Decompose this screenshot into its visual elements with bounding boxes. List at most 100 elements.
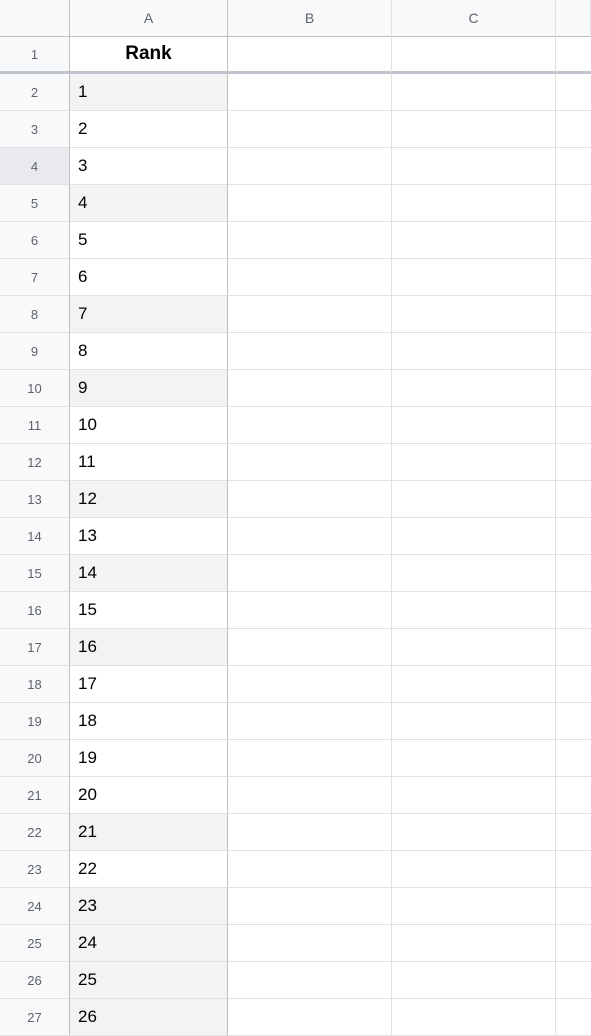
cell-C18[interactable] <box>392 666 556 703</box>
cell-D22[interactable] <box>556 814 591 851</box>
cell-B6[interactable] <box>228 222 392 259</box>
cell-B21[interactable] <box>228 777 392 814</box>
cell-A16[interactable]: 15 <box>70 592 228 629</box>
cell-A7[interactable]: 6 <box>70 259 228 296</box>
cell-C26[interactable] <box>392 962 556 999</box>
cell-B13[interactable] <box>228 481 392 518</box>
cell-C27[interactable] <box>392 999 556 1036</box>
row-header-25[interactable]: 25 <box>0 925 70 962</box>
row-header-2[interactable]: 2 <box>0 74 70 111</box>
cell-C7[interactable] <box>392 259 556 296</box>
cell-A24[interactable]: 23 <box>70 888 228 925</box>
cell-B14[interactable] <box>228 518 392 555</box>
cell-B27[interactable] <box>228 999 392 1036</box>
row-header-11[interactable]: 11 <box>0 407 70 444</box>
cell-D20[interactable] <box>556 740 591 777</box>
cell-A20[interactable]: 19 <box>70 740 228 777</box>
cell-D12[interactable] <box>556 444 591 481</box>
cell-C3[interactable] <box>392 111 556 148</box>
cell-D21[interactable] <box>556 777 591 814</box>
row-header-1[interactable]: 1 <box>0 37 70 74</box>
row-header-9[interactable]: 9 <box>0 333 70 370</box>
cell-D23[interactable] <box>556 851 591 888</box>
cell-D1[interactable] <box>556 37 591 74</box>
cell-A17[interactable]: 16 <box>70 629 228 666</box>
cell-C20[interactable] <box>392 740 556 777</box>
select-all-corner[interactable] <box>0 0 70 37</box>
cell-A21[interactable]: 20 <box>70 777 228 814</box>
cell-B16[interactable] <box>228 592 392 629</box>
row-header-27[interactable]: 27 <box>0 999 70 1036</box>
cell-D4[interactable] <box>556 148 591 185</box>
row-header-5[interactable]: 5 <box>0 185 70 222</box>
cell-D24[interactable] <box>556 888 591 925</box>
cell-B3[interactable] <box>228 111 392 148</box>
cell-A1[interactable]: Rank <box>70 37 228 74</box>
cell-C16[interactable] <box>392 592 556 629</box>
cell-D15[interactable] <box>556 555 591 592</box>
cell-D19[interactable] <box>556 703 591 740</box>
cell-A26[interactable]: 25 <box>70 962 228 999</box>
cell-C11[interactable] <box>392 407 556 444</box>
row-header-3[interactable]: 3 <box>0 111 70 148</box>
cell-B7[interactable] <box>228 259 392 296</box>
row-header-21[interactable]: 21 <box>0 777 70 814</box>
column-header-partial[interactable] <box>556 0 591 37</box>
cell-A12[interactable]: 11 <box>70 444 228 481</box>
cell-C24[interactable] <box>392 888 556 925</box>
cell-C5[interactable] <box>392 185 556 222</box>
row-header-22[interactable]: 22 <box>0 814 70 851</box>
cell-D10[interactable] <box>556 370 591 407</box>
cell-B10[interactable] <box>228 370 392 407</box>
cell-A3[interactable]: 2 <box>70 111 228 148</box>
cell-D17[interactable] <box>556 629 591 666</box>
row-header-15[interactable]: 15 <box>0 555 70 592</box>
cell-D11[interactable] <box>556 407 591 444</box>
row-header-20[interactable]: 20 <box>0 740 70 777</box>
row-header-8[interactable]: 8 <box>0 296 70 333</box>
column-header-A[interactable]: A <box>70 0 228 37</box>
row-header-26[interactable]: 26 <box>0 962 70 999</box>
cell-B8[interactable] <box>228 296 392 333</box>
cell-C9[interactable] <box>392 333 556 370</box>
cell-D9[interactable] <box>556 333 591 370</box>
cell-A2[interactable]: 1 <box>70 74 228 111</box>
row-header-19[interactable]: 19 <box>0 703 70 740</box>
cell-C23[interactable] <box>392 851 556 888</box>
cell-D7[interactable] <box>556 259 591 296</box>
cell-B20[interactable] <box>228 740 392 777</box>
cell-C22[interactable] <box>392 814 556 851</box>
row-header-7[interactable]: 7 <box>0 259 70 296</box>
cell-B25[interactable] <box>228 925 392 962</box>
cell-B4[interactable] <box>228 148 392 185</box>
cell-B2[interactable] <box>228 74 392 111</box>
cell-C4[interactable] <box>392 148 556 185</box>
cell-A19[interactable]: 18 <box>70 703 228 740</box>
cell-C19[interactable] <box>392 703 556 740</box>
cell-C15[interactable] <box>392 555 556 592</box>
cell-B19[interactable] <box>228 703 392 740</box>
cell-A13[interactable]: 12 <box>70 481 228 518</box>
cell-D5[interactable] <box>556 185 591 222</box>
cell-B23[interactable] <box>228 851 392 888</box>
cell-C21[interactable] <box>392 777 556 814</box>
cell-A25[interactable]: 24 <box>70 925 228 962</box>
row-header-4[interactable]: 4 <box>0 148 70 185</box>
row-header-18[interactable]: 18 <box>0 666 70 703</box>
cell-D18[interactable] <box>556 666 591 703</box>
cell-C6[interactable] <box>392 222 556 259</box>
row-header-23[interactable]: 23 <box>0 851 70 888</box>
cell-D25[interactable] <box>556 925 591 962</box>
cell-C2[interactable] <box>392 74 556 111</box>
cell-A8[interactable]: 7 <box>70 296 228 333</box>
cell-B22[interactable] <box>228 814 392 851</box>
cell-A15[interactable]: 14 <box>70 555 228 592</box>
cell-C13[interactable] <box>392 481 556 518</box>
cell-D3[interactable] <box>556 111 591 148</box>
cell-A10[interactable]: 9 <box>70 370 228 407</box>
cell-B26[interactable] <box>228 962 392 999</box>
cell-D26[interactable] <box>556 962 591 999</box>
cell-D16[interactable] <box>556 592 591 629</box>
row-header-12[interactable]: 12 <box>0 444 70 481</box>
row-header-6[interactable]: 6 <box>0 222 70 259</box>
